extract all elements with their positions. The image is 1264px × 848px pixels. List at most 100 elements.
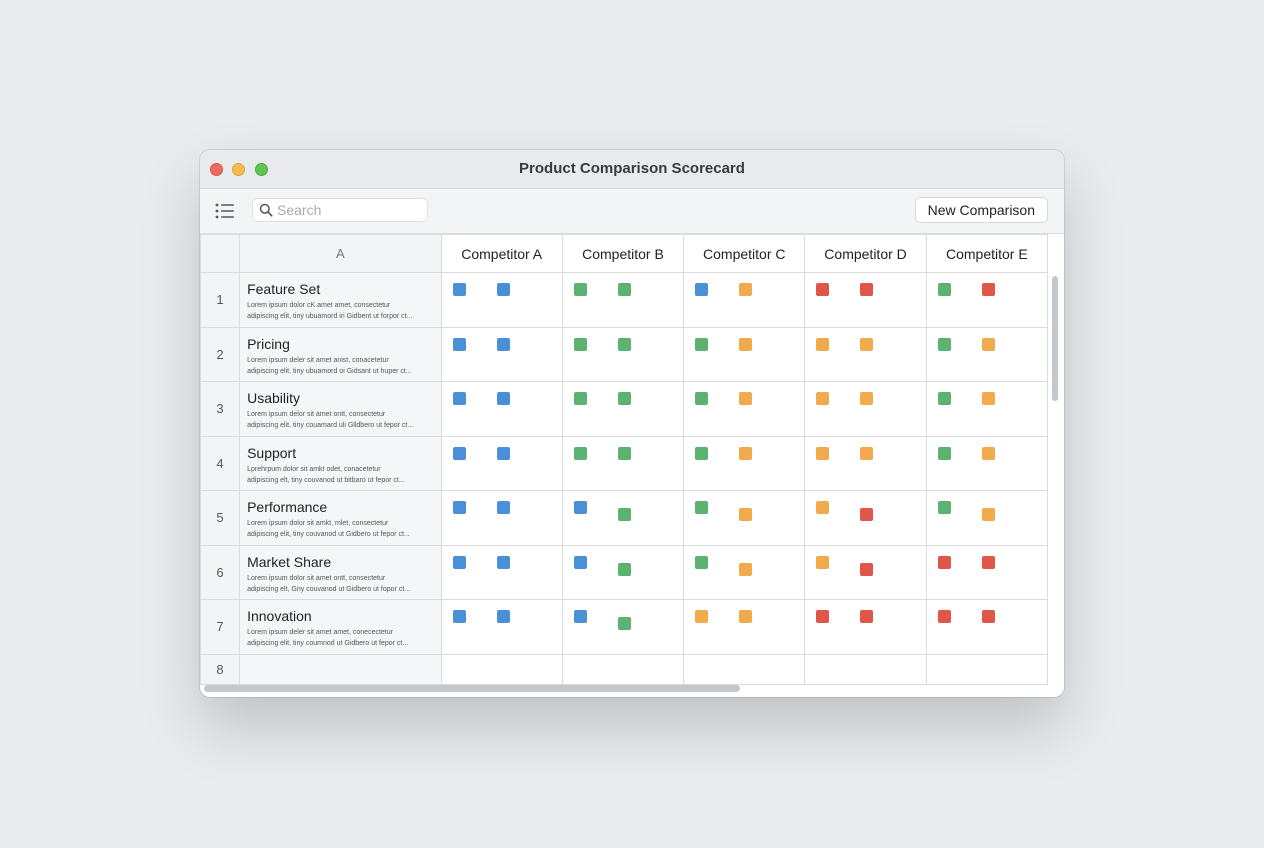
list-icon[interactable]	[215, 203, 235, 219]
score-indicator	[816, 283, 830, 296]
new-comparison-button[interactable]: New Comparison	[914, 197, 1048, 223]
score-indicator	[617, 617, 631, 630]
score-cell[interactable]	[804, 599, 927, 655]
table-row: 8	[200, 653, 1049, 685]
score-indicator	[452, 337, 466, 351]
row-number[interactable]: 5	[200, 490, 241, 546]
criterion-description: Lprehrpum dolor sit amkt odet, conacetet…	[247, 465, 405, 484]
search-box[interactable]	[252, 198, 428, 222]
score-cell[interactable]	[925, 326, 1049, 382]
row-number[interactable]: 1	[200, 272, 241, 328]
vertical-scrollbar[interactable]	[1052, 276, 1058, 401]
criterion-cell[interactable]: Pricing Lorem ipsum deler sit amet anist,…	[239, 326, 442, 382]
score-cell[interactable]	[440, 381, 563, 437]
empty-cell[interactable]	[925, 653, 1049, 685]
score-indicator	[981, 610, 995, 623]
score-cell[interactable]	[925, 599, 1049, 655]
score-cell[interactable]	[925, 490, 1049, 546]
empty-cell[interactable]	[440, 653, 563, 685]
score-indicator	[695, 501, 709, 514]
row-number[interactable]: 8	[200, 653, 241, 685]
criterion-description: Lorem ipsum delor sit amet ontt, consect…	[247, 411, 414, 429]
criterion-description: Lorem ipsum dolor cK amet amet, consecte…	[247, 302, 413, 320]
score-indicator	[452, 555, 466, 569]
score-cell[interactable]	[561, 544, 685, 600]
score-cell[interactable]	[683, 381, 806, 437]
empty-cell[interactable]	[561, 653, 685, 685]
header-row: A Competitor A Competitor B Competitor C Co…	[200, 234, 1049, 273]
criterion-cell[interactable]: Performance Lorem ipsum dolor sit amkt, m…	[239, 490, 442, 546]
score-cell[interactable]	[804, 381, 927, 437]
column-header-competitor[interactable]: Competitor B	[561, 234, 685, 273]
score-indicator	[695, 446, 709, 460]
score-indicator	[573, 392, 587, 405]
score-cell[interactable]	[683, 326, 806, 382]
score-indicator	[739, 508, 753, 521]
score-cell[interactable]	[561, 435, 685, 491]
search-input[interactable]	[277, 201, 422, 219]
score-indicator	[617, 392, 631, 405]
score-cell[interactable]	[561, 326, 685, 382]
score-indicator	[617, 508, 631, 521]
row-number[interactable]: 7	[200, 599, 241, 655]
score-cell[interactable]	[440, 544, 563, 600]
score-indicator	[981, 446, 995, 460]
row-number[interactable]: 2	[200, 326, 241, 382]
score-cell[interactable]	[440, 272, 563, 328]
column-header-competitor[interactable]: Competitor D	[804, 234, 927, 273]
score-cell[interactable]	[804, 544, 927, 600]
score-indicator	[739, 283, 753, 296]
score-cell[interactable]	[925, 381, 1049, 437]
score-cell[interactable]	[683, 272, 806, 328]
score-cell[interactable]	[440, 599, 563, 655]
score-indicator	[695, 337, 709, 351]
score-cell[interactable]	[683, 544, 806, 600]
row-number[interactable]: 4	[200, 435, 241, 491]
score-cell[interactable]	[561, 490, 685, 546]
score-cell[interactable]	[440, 435, 563, 491]
score-indicator	[816, 501, 830, 514]
criterion-cell[interactable]: Support Lprehrpum dolor sit amkt odet, co…	[239, 435, 442, 491]
score-cell[interactable]	[440, 490, 563, 546]
criterion-name: Pricing	[247, 335, 290, 352]
column-header-competitor[interactable]: Competitor A	[440, 234, 563, 273]
horizontal-scrollbar[interactable]	[204, 685, 740, 692]
corner-cell[interactable]	[200, 234, 241, 273]
empty-cell[interactable]	[804, 653, 927, 685]
score-cell[interactable]	[683, 490, 806, 546]
score-indicator	[496, 392, 510, 405]
score-cell[interactable]	[683, 599, 806, 655]
score-indicator	[452, 446, 466, 460]
score-cell[interactable]	[804, 326, 927, 382]
score-cell[interactable]	[561, 599, 685, 655]
score-indicator	[981, 555, 995, 569]
score-cell[interactable]	[561, 381, 685, 437]
score-cell[interactable]	[925, 272, 1049, 328]
score-indicator	[816, 555, 830, 569]
empty-cell[interactable]	[239, 653, 442, 685]
row-number[interactable]: 6	[200, 544, 241, 600]
column-header-competitor[interactable]: Competitor C	[683, 234, 806, 273]
criterion-cell[interactable]: Market Share Lorem ipsum dolor sit amet o…	[239, 544, 442, 600]
score-cell[interactable]	[683, 435, 806, 491]
criterion-cell[interactable]: Feature Set Lorem ipsum dolor cK amet ame…	[239, 272, 442, 328]
score-cell[interactable]	[804, 490, 927, 546]
score-cell[interactable]	[925, 435, 1049, 491]
score-indicator	[496, 555, 510, 569]
criterion-cell[interactable]: Usability Lorem ipsum delor sit amet ontt…	[239, 381, 442, 437]
score-indicator	[937, 610, 951, 623]
row-number[interactable]: 3	[200, 381, 241, 437]
score-cell[interactable]	[561, 272, 685, 328]
column-header-a[interactable]: A	[239, 234, 442, 273]
empty-cell[interactable]	[683, 653, 806, 685]
score-cell[interactable]	[440, 326, 563, 382]
score-indicator	[937, 392, 951, 405]
score-indicator	[573, 555, 587, 569]
score-cell[interactable]	[925, 544, 1049, 600]
score-indicator	[860, 508, 874, 521]
score-indicator	[937, 555, 951, 569]
score-cell[interactable]	[804, 272, 927, 328]
criterion-cell[interactable]: Innovation Lorem ipsum deler sit amet ame…	[239, 599, 442, 655]
score-cell[interactable]	[804, 435, 927, 491]
column-header-competitor[interactable]: Competitor E	[925, 234, 1049, 273]
